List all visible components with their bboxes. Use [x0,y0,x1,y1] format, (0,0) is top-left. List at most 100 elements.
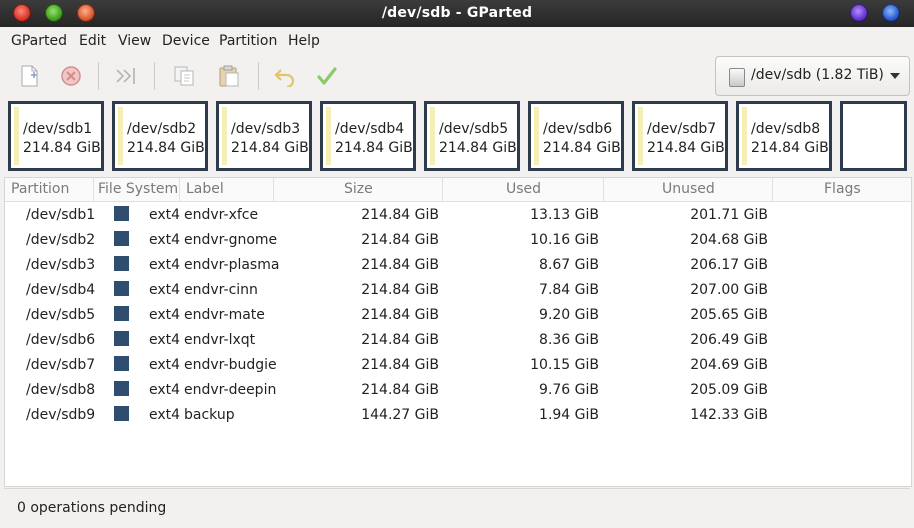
cell-unused: 204.68 GiB [690,232,768,248]
window-sticky-button[interactable] [882,4,900,22]
partition-map-block[interactable]: /dev/sdb5 214.84 GiB [424,101,520,171]
partition-map-size: 214.84 GiB [439,140,517,156]
cell-used: 10.15 GiB [530,357,599,373]
paste-button[interactable] [216,63,242,89]
partition-map-size: 214.84 GiB [543,140,621,156]
resize-move-button[interactable] [113,63,139,89]
copy-button[interactable] [171,63,197,89]
partition-table: Partition File System Label Size Used Un… [4,177,912,487]
cell-used: 7.84 GiB [539,282,599,298]
cell-label: endvr-mate [184,307,265,323]
cell-partition: /dev/sdb5 [26,307,96,323]
partition-map-block[interactable]: /dev/sdb2 214.84 GiB [112,101,208,171]
undo-button[interactable] [272,63,298,89]
column-header-flags[interactable]: Flags [824,181,861,197]
filesystem-color-swatch [114,381,129,396]
partition-map-size: 214.84 GiB [647,140,725,156]
toolbar: /dev/sdb (1.82 TiB) [0,54,914,98]
cell-label: endvr-deepin [184,382,277,398]
apply-button[interactable] [314,63,340,89]
cell-size: 214.84 GiB [361,382,439,398]
cell-size: 214.84 GiB [361,282,439,298]
device-selector[interactable]: /dev/sdb (1.82 TiB) [715,56,910,96]
cell-label: endvr-plasma [184,257,280,273]
filesystem-color-swatch [114,406,129,421]
column-header-unused[interactable]: Unused [662,181,715,197]
column-header-used[interactable]: Used [506,181,541,197]
partition-map-block[interactable]: /dev/sdb3 214.84 GiB [216,101,312,171]
menu-view[interactable]: View [118,33,151,49]
menu-gparted[interactable]: GParted [11,33,67,49]
table-row[interactable]: /dev/sdb8 ext4 endvr-deepin 214.84 GiB 9… [5,378,911,403]
table-row[interactable]: /dev/sdb4 ext4 endvr-cinn 214.84 GiB 7.8… [5,278,911,303]
menu-edit[interactable]: Edit [79,33,106,49]
table-row[interactable]: /dev/sdb6 ext4 endvr-lxqt 214.84 GiB 8.3… [5,328,911,353]
cell-used: 9.76 GiB [539,382,599,398]
cell-label: endvr-gnome [184,232,278,248]
cell-filesystem: ext4 [149,307,181,323]
table-row[interactable]: /dev/sdb9 ext4 backup 144.27 GiB 1.94 Gi… [5,403,911,428]
partition-map-size: 214.84 GiB [127,140,205,156]
cell-partition: /dev/sdb8 [26,382,96,398]
cell-used: 13.13 GiB [530,207,599,223]
chevron-down-icon [890,73,900,79]
table-header: Partition File System Label Size Used Un… [5,178,911,202]
partition-map-size: 214.84 GiB [751,140,829,156]
used-space-bar [326,107,331,165]
partition-map-block[interactable]: /dev/sdb1 214.84 GiB [8,101,104,171]
used-space-bar [14,107,19,165]
cell-unused: 206.49 GiB [690,332,768,348]
undo-icon [274,69,295,87]
cell-partition: /dev/sdb1 [26,207,96,223]
column-separator [772,178,773,201]
column-header-partition[interactable]: Partition [11,181,69,197]
table-row[interactable]: /dev/sdb2 ext4 endvr-gnome 214.84 GiB 10… [5,228,911,253]
column-header-size[interactable]: Size [344,181,373,197]
cell-size: 214.84 GiB [361,357,439,373]
partition-map-block[interactable]: /dev/sdb4 214.84 GiB [320,101,416,171]
cell-unused: 204.69 GiB [690,357,768,373]
menu-device[interactable]: Device [162,33,210,49]
used-space-bar [742,107,747,165]
partition-map-size: 214.84 GiB [335,140,413,156]
table-row[interactable]: /dev/sdb7 ext4 endvr-budgie 214.84 GiB 1… [5,353,911,378]
cell-label: backup [184,407,235,423]
cell-size: 214.84 GiB [361,332,439,348]
cell-unused: 205.09 GiB [690,382,768,398]
pending-operations-status: 0 operations pending [17,500,167,516]
filesystem-color-swatch [114,331,129,346]
cell-size: 214.84 GiB [361,207,439,223]
cell-used: 8.36 GiB [539,332,599,348]
cell-partition: /dev/sdb7 [26,357,96,373]
menu-help[interactable]: Help [288,33,320,49]
menu-partition[interactable]: Partition [219,33,277,49]
column-header-label[interactable]: Label [186,181,224,197]
column-header-filesystem[interactable]: File System [98,181,178,197]
table-row[interactable]: /dev/sdb1 ext4 endvr-xfce 214.84 GiB 13.… [5,203,911,228]
partition-map-block[interactable]: /dev/sdb6 214.84 GiB [528,101,624,171]
delete-icon [61,66,81,86]
used-space-bar [118,107,123,165]
copy-icon [174,66,194,86]
table-row[interactable]: /dev/sdb3 ext4 endvr-plasma 214.84 GiB 8… [5,253,911,278]
partition-map-name: /dev/sdb2 [127,121,197,137]
harddisk-icon [729,68,745,87]
table-row[interactable]: /dev/sdb5 ext4 endvr-mate 214.84 GiB 9.2… [5,303,911,328]
cell-used: 8.67 GiB [539,257,599,273]
partition-map-block[interactable] [840,101,907,171]
partition-map-block[interactable]: /dev/sdb7 214.84 GiB [632,101,728,171]
window-menu-button[interactable] [850,4,868,22]
partition-map-name: /dev/sdb7 [647,121,717,137]
resize-move-icon [116,68,135,84]
filesystem-color-swatch [114,306,129,321]
new-partition-icon [21,65,38,87]
delete-partition-button[interactable] [58,63,84,89]
window-title: /dev/sdb - GParted [381,5,533,21]
toolbar-separator [258,62,259,90]
new-partition-button[interactable] [16,63,42,89]
partition-map-name: /dev/sdb5 [439,121,509,137]
cell-unused: 142.33 GiB [690,407,768,423]
partition-map-block[interactable]: /dev/sdb8 214.84 GiB [736,101,832,171]
column-separator [179,178,180,201]
filesystem-color-swatch [114,356,129,371]
